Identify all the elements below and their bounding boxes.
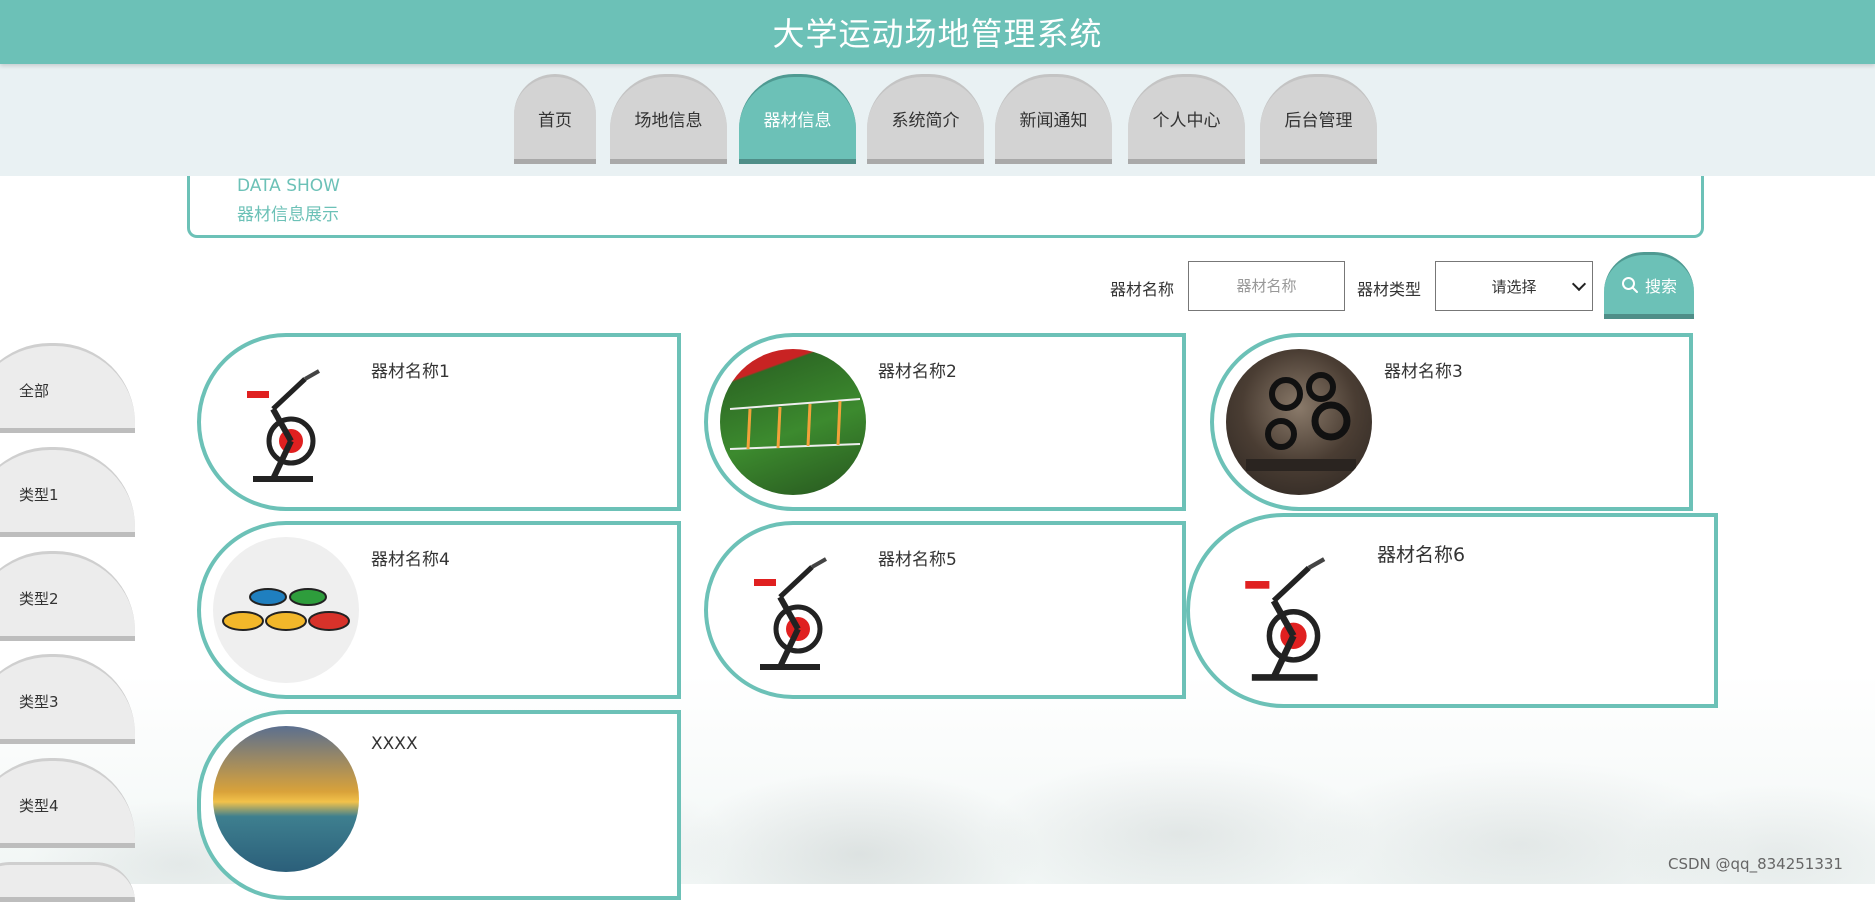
tab-label: 后台管理 <box>1284 110 1353 131</box>
tab-home[interactable]: 首页 <box>514 74 596 164</box>
equipment-card[interactable]: XXXX <box>197 710 681 900</box>
select-value: 请选择 <box>1491 277 1537 296</box>
equipment-name: 器材名称5 <box>878 550 957 570</box>
tab-label: 个人中心 <box>1152 110 1221 131</box>
equipment-name: 器材名称6 <box>1377 544 1466 566</box>
equipment-image-agility-ladder <box>720 349 866 495</box>
equipment-card[interactable]: 器材名称3 <box>1210 333 1693 511</box>
category-label: 类型3 <box>19 693 59 711</box>
app-title: 大学运动场地管理系统 <box>772 15 1103 53</box>
tab-label: 场地信息 <box>634 110 703 131</box>
search-icon <box>1621 276 1638 293</box>
section-header: DATA SHOW 器材信息展示 <box>187 170 1704 238</box>
category-type1[interactable]: 类型1 <box>0 447 135 537</box>
chevron-down-icon <box>1571 276 1587 292</box>
section-title-en: DATA SHOW <box>237 176 340 196</box>
section-title-zh: 器材信息展示 <box>237 205 339 225</box>
equipment-image-gym-tires <box>1226 349 1372 495</box>
category-label: 类型2 <box>19 590 59 608</box>
category-more[interactable] <box>0 862 135 902</box>
equipment-type-select[interactable]: 请选择 <box>1435 261 1593 311</box>
equipment-card[interactable]: 器材名称1 <box>197 333 681 511</box>
app-header: 大学运动场地管理系统 <box>0 0 1875 64</box>
equipment-name-label: 器材名称 <box>1110 280 1175 299</box>
category-all[interactable]: 全部 <box>0 343 135 433</box>
equipment-name: XXXX <box>371 734 418 754</box>
equipment-card[interactable]: 器材名称4 <box>197 521 681 699</box>
equipment-image-floor-spot-markers <box>213 537 359 683</box>
category-type3[interactable]: 类型3 <box>0 654 135 744</box>
equipment-name: 器材名称3 <box>1384 362 1463 382</box>
equipment-card[interactable]: 器材名称2 <box>704 333 1186 511</box>
equipment-name: 器材名称2 <box>878 362 957 382</box>
equipment-type-label: 器材类型 <box>1357 280 1422 299</box>
tab-label: 器材信息 <box>763 110 832 131</box>
equipment-image-seaside-sunset <box>213 726 359 872</box>
category-type2[interactable]: 类型2 <box>0 551 135 641</box>
tab-label: 新闻通知 <box>1019 110 1088 131</box>
equipment-name: 器材名称4 <box>371 550 450 570</box>
category-label: 类型1 <box>19 486 59 504</box>
equipment-image-spin-bike <box>213 349 359 495</box>
category-label: 类型4 <box>19 797 59 815</box>
equipment-card-hovered[interactable]: 器材名称6 <box>1186 513 1718 708</box>
equipment-name: 器材名称1 <box>371 362 450 382</box>
tab-label: 首页 <box>538 110 572 131</box>
search-button[interactable]: 搜索 <box>1604 252 1694 319</box>
equipment-name-input[interactable] <box>1188 261 1345 311</box>
csdn-watermark: CSDN @qq_834251331 <box>1668 855 1843 873</box>
equipment-card[interactable]: 器材名称5 <box>704 521 1186 699</box>
equipment-image-spin-bike <box>720 537 866 683</box>
tab-label: 系统简介 <box>891 110 960 131</box>
search-button-label: 搜索 <box>1644 276 1677 296</box>
category-label: 全部 <box>19 382 50 400</box>
equipment-image-spin-bike <box>1208 535 1368 695</box>
